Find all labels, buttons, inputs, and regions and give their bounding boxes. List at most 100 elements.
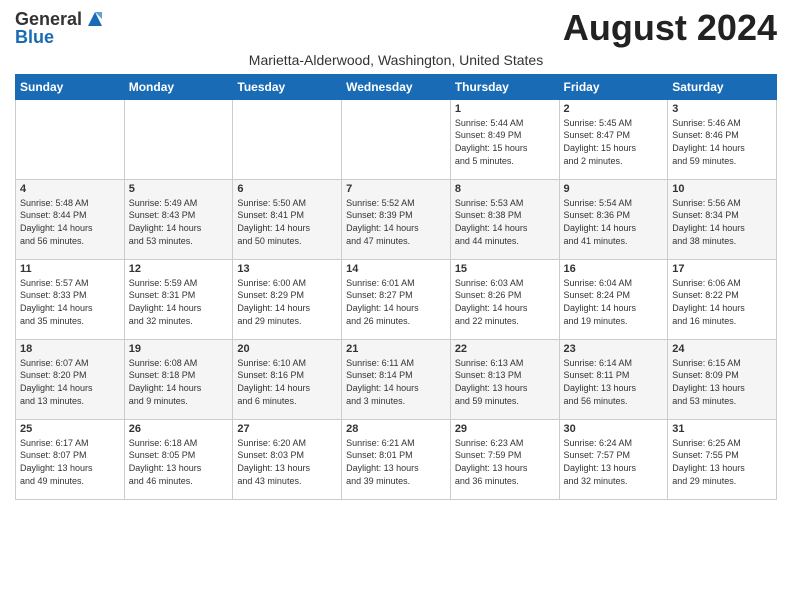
day-number: 1 — [455, 103, 555, 115]
day-info: Sunrise: 5:52 AM Sunset: 8:39 PM Dayligh… — [346, 197, 446, 247]
day-info: Sunrise: 6:10 AM Sunset: 8:16 PM Dayligh… — [237, 357, 337, 407]
calendar-cell: 15 Sunrise: 6:03 AM Sunset: 8:26 PM Dayli… — [450, 259, 559, 339]
calendar-cell: 26 Sunrise: 6:18 AM Sunset: 8:05 PM Dayli… — [124, 419, 233, 499]
month-title: August 2024 — [563, 10, 777, 46]
calendar-cell: 5 Sunrise: 5:49 AM Sunset: 8:43 PM Daylig… — [124, 179, 233, 259]
day-info: Sunrise: 6:01 AM Sunset: 8:27 PM Dayligh… — [346, 277, 446, 327]
calendar-cell: 31 Sunrise: 6:25 AM Sunset: 7:55 PM Dayli… — [668, 419, 777, 499]
calendar-cell: 24 Sunrise: 6:15 AM Sunset: 8:09 PM Dayli… — [668, 339, 777, 419]
calendar-cell: 19 Sunrise: 6:08 AM Sunset: 8:18 PM Dayli… — [124, 339, 233, 419]
calendar-cell: 30 Sunrise: 6:24 AM Sunset: 7:57 PM Dayli… — [559, 419, 668, 499]
calendar-cell: 7 Sunrise: 5:52 AM Sunset: 8:39 PM Daylig… — [342, 179, 451, 259]
day-number: 11 — [20, 263, 120, 275]
calendar-cell: 13 Sunrise: 6:00 AM Sunset: 8:29 PM Dayli… — [233, 259, 342, 339]
header-friday: Friday — [559, 74, 668, 99]
day-number: 26 — [129, 423, 229, 435]
calendar-cell: 17Sunrise: 6:06 AM Sunset: 8:22 PM Dayli… — [668, 259, 777, 339]
day-number: 30 — [564, 423, 664, 435]
day-info: Sunrise: 5:45 AM Sunset: 8:47 PM Dayligh… — [564, 117, 664, 167]
day-info: Sunrise: 5:53 AM Sunset: 8:38 PM Dayligh… — [455, 197, 555, 247]
calendar-cell — [16, 99, 125, 179]
day-number: 20 — [237, 343, 337, 355]
calendar-cell — [233, 99, 342, 179]
calendar-cell: 9 Sunrise: 5:54 AM Sunset: 8:36 PM Daylig… — [559, 179, 668, 259]
header-sunday: Sunday — [16, 74, 125, 99]
calendar-cell: 22 Sunrise: 6:13 AM Sunset: 8:13 PM Dayli… — [450, 339, 559, 419]
calendar-cell: 2 Sunrise: 5:45 AM Sunset: 8:47 PM Daylig… — [559, 99, 668, 179]
day-info: Sunrise: 6:07 AM Sunset: 8:20 PM Dayligh… — [20, 357, 120, 407]
day-number: 13 — [237, 263, 337, 275]
day-info: Sunrise: 6:13 AM Sunset: 8:13 PM Dayligh… — [455, 357, 555, 407]
day-number: 18 — [20, 343, 120, 355]
day-info: Sunrise: 6:00 AM Sunset: 8:29 PM Dayligh… — [237, 277, 337, 327]
day-number: 8 — [455, 183, 555, 195]
calendar-cell: 27Sunrise: 6:20 AM Sunset: 8:03 PM Dayli… — [233, 419, 342, 499]
calendar-header-row: Sunday Monday Tuesday Wednesday Thursday… — [16, 74, 777, 99]
day-info: Sunrise: 6:04 AM Sunset: 8:24 PM Dayligh… — [564, 277, 664, 327]
logo: General Blue — [15, 10, 106, 48]
calendar-cell: 29 Sunrise: 6:23 AM Sunset: 7:59 PM Dayli… — [450, 419, 559, 499]
day-info: Sunrise: 6:15 AM Sunset: 8:09 PM Dayligh… — [672, 357, 772, 407]
calendar-cell: 3 Sunrise: 5:46 AM Sunset: 8:46 PM Daylig… — [668, 99, 777, 179]
day-info: Sunrise: 6:11 AM Sunset: 8:14 PM Dayligh… — [346, 357, 446, 407]
day-info: Sunrise: 6:23 AM Sunset: 7:59 PM Dayligh… — [455, 437, 555, 487]
calendar-cell: 4Sunrise: 5:48 AM Sunset: 8:44 PM Daylig… — [16, 179, 125, 259]
day-number: 5 — [129, 183, 229, 195]
day-number: 9 — [564, 183, 664, 195]
calendar-table: Sunday Monday Tuesday Wednesday Thursday… — [15, 74, 777, 500]
calendar-cell: 8 Sunrise: 5:53 AM Sunset: 8:38 PM Daylig… — [450, 179, 559, 259]
subtitle: Marietta-Alderwood, Washington, United S… — [15, 52, 777, 68]
day-number: 25 — [20, 423, 120, 435]
day-info: Sunrise: 6:14 AM Sunset: 8:11 PM Dayligh… — [564, 357, 664, 407]
day-number: 29 — [455, 423, 555, 435]
day-info: Sunrise: 5:57 AM Sunset: 8:33 PM Dayligh… — [20, 277, 120, 327]
header: General Blue August 2024 — [15, 10, 777, 48]
day-number: 22 — [455, 343, 555, 355]
calendar-cell: 18 Sunrise: 6:07 AM Sunset: 8:20 PM Dayli… — [16, 339, 125, 419]
day-number: 17 — [672, 263, 772, 275]
logo-icon — [84, 8, 106, 30]
day-number: 14 — [346, 263, 446, 275]
day-info: Sunrise: 6:17 AM Sunset: 8:07 PM Dayligh… — [20, 437, 120, 487]
page: General Blue August 2024 Marietta-Alderw… — [0, 0, 792, 510]
day-number: 19 — [129, 343, 229, 355]
day-info: Sunrise: 5:49 AM Sunset: 8:43 PM Dayligh… — [129, 197, 229, 247]
calendar-cell: 6 Sunrise: 5:50 AM Sunset: 8:41 PM Daylig… — [233, 179, 342, 259]
day-info: Sunrise: 5:50 AM Sunset: 8:41 PM Dayligh… — [237, 197, 337, 247]
calendar-row-4: 18 Sunrise: 6:07 AM Sunset: 8:20 PM Dayli… — [16, 339, 777, 419]
calendar-row-3: 11 Sunrise: 5:57 AM Sunset: 8:33 PM Dayli… — [16, 259, 777, 339]
calendar-cell: 23Sunrise: 6:14 AM Sunset: 8:11 PM Dayli… — [559, 339, 668, 419]
day-info: Sunrise: 6:03 AM Sunset: 8:26 PM Dayligh… — [455, 277, 555, 327]
day-info: Sunrise: 5:46 AM Sunset: 8:46 PM Dayligh… — [672, 117, 772, 167]
day-number: 28 — [346, 423, 446, 435]
day-info: Sunrise: 5:56 AM Sunset: 8:34 PM Dayligh… — [672, 197, 772, 247]
header-thursday: Thursday — [450, 74, 559, 99]
day-info: Sunrise: 6:18 AM Sunset: 8:05 PM Dayligh… — [129, 437, 229, 487]
day-number: 10 — [672, 183, 772, 195]
calendar-row-2: 4Sunrise: 5:48 AM Sunset: 8:44 PM Daylig… — [16, 179, 777, 259]
day-number: 15 — [455, 263, 555, 275]
calendar-cell: 12Sunrise: 5:59 AM Sunset: 8:31 PM Dayli… — [124, 259, 233, 339]
day-number: 3 — [672, 103, 772, 115]
day-info: Sunrise: 6:24 AM Sunset: 7:57 PM Dayligh… — [564, 437, 664, 487]
calendar-cell: 20 Sunrise: 6:10 AM Sunset: 8:16 PM Dayli… — [233, 339, 342, 419]
day-info: Sunrise: 5:59 AM Sunset: 8:31 PM Dayligh… — [129, 277, 229, 327]
day-info: Sunrise: 5:54 AM Sunset: 8:36 PM Dayligh… — [564, 197, 664, 247]
calendar-cell: 28Sunrise: 6:21 AM Sunset: 8:01 PM Dayli… — [342, 419, 451, 499]
calendar-cell: 25 Sunrise: 6:17 AM Sunset: 8:07 PM Dayli… — [16, 419, 125, 499]
day-info: Sunrise: 6:20 AM Sunset: 8:03 PM Dayligh… — [237, 437, 337, 487]
calendar-cell: 14 Sunrise: 6:01 AM Sunset: 8:27 PM Dayli… — [342, 259, 451, 339]
day-number: 6 — [237, 183, 337, 195]
day-info: Sunrise: 6:25 AM Sunset: 7:55 PM Dayligh… — [672, 437, 772, 487]
day-info: Sunrise: 5:48 AM Sunset: 8:44 PM Dayligh… — [20, 197, 120, 247]
header-wednesday: Wednesday — [342, 74, 451, 99]
day-number: 24 — [672, 343, 772, 355]
calendar-cell — [342, 99, 451, 179]
day-number: 7 — [346, 183, 446, 195]
logo-blue: Blue — [15, 28, 54, 48]
header-tuesday: Tuesday — [233, 74, 342, 99]
day-number: 16 — [564, 263, 664, 275]
day-number: 31 — [672, 423, 772, 435]
day-info: Sunrise: 6:08 AM Sunset: 8:18 PM Dayligh… — [129, 357, 229, 407]
day-number: 2 — [564, 103, 664, 115]
